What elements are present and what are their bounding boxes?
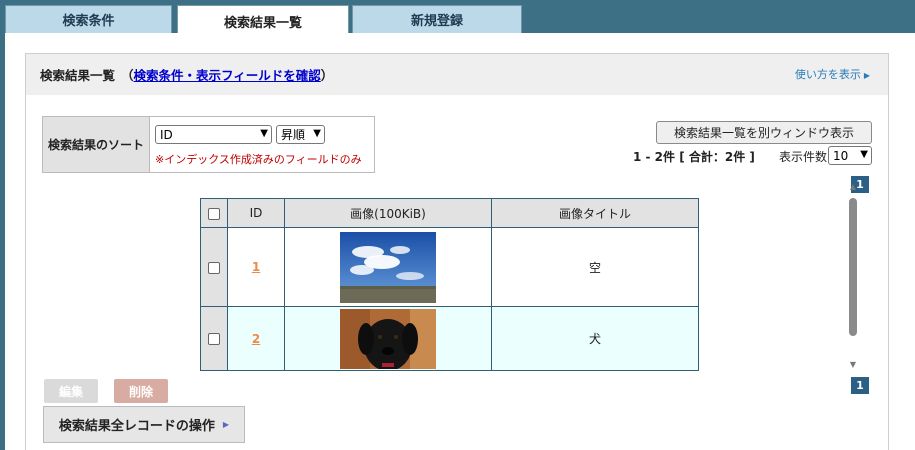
chevron-down-icon: ▼ [860,149,868,160]
triangle-right-icon: ▶ [863,71,870,80]
per-page-select[interactable]: 10 ▼ [828,146,872,165]
section-title: 検索結果一覧 [40,68,116,83]
tab-search-results[interactable]: 検索結果一覧 [177,5,349,36]
title-cell: 空 [491,227,699,307]
id-cell: 2 [227,306,285,371]
select-all-checkbox[interactable] [208,207,220,220]
chevron-down-icon: ▼ [313,128,321,139]
sort-order-select[interactable]: 昇順 ▼ [276,125,325,144]
image-cell [284,306,492,371]
howto-link[interactable]: 使い方を表示 ▶ [795,66,870,82]
sort-field-select[interactable]: ID ▼ [155,125,272,144]
content-panel: 検索結果一覧 （ 検索条件・表示フィールドを確認 ） 使い方を表示 ▶ 検索結果の… [5,33,915,450]
record-id-link[interactable]: 2 [252,332,260,346]
table-row: 1 空 [200,227,699,307]
result-count: 1 - 2件 [ 合計：2件 ] [633,150,755,164]
sky-photo-thumbnail[interactable] [340,231,436,303]
sort-note: ※インデックス作成済みのフィールドのみ [155,153,362,166]
sort-label: 検索結果のソート [43,117,150,172]
select-all-cell [200,198,228,228]
page-link-bottom[interactable]: 1 [851,377,869,394]
tab-search-conditions[interactable]: 検索条件 [5,5,172,33]
table-header-row: ID 画像(100KiB) 画像タイトル [200,198,699,228]
open-in-new-window-button[interactable]: 検索結果一覧を別ウィンドウ表示 [656,121,872,144]
dog-photo-thumbnail[interactable] [340,308,436,369]
paren-close: ） [320,68,334,83]
all-records-label: 検索結果全レコードの操作 [58,419,215,434]
row-checkbox[interactable] [208,333,220,345]
column-header-title[interactable]: 画像タイトル [491,198,699,228]
row-select-cell [200,227,228,307]
image-cell [284,227,492,307]
table-scrollbar[interactable]: ▲ ▼ [848,182,858,372]
sort-field-value: ID [160,127,173,142]
per-page-label: 表示件数 [779,150,828,164]
delete-button[interactable]: 削除 [114,379,168,403]
chevron-down-icon: ▼ [260,128,268,139]
results-section: 検索結果一覧 （ 検索条件・表示フィールドを確認 ） 使い方を表示 ▶ 検索結果の… [25,53,889,450]
tab-new-registration[interactable]: 新規登録 [352,5,522,33]
view-conditions-link[interactable]: 検索条件・表示フィールドを確認 [134,65,321,84]
sort-box: 検索結果のソート ID ▼ 昇順 ▼ ※インデックス作成済みのフィールドのみ [42,116,375,173]
column-header-id[interactable]: ID [227,198,285,228]
triangle-right-icon: ▶ [222,420,230,429]
sort-order-value: 昇順 [281,128,306,142]
per-page-value: 10 [833,148,849,163]
row-checkbox[interactable] [208,261,220,274]
paren-open: （ [121,68,134,83]
row-select-cell [200,306,228,371]
title-cell: 犬 [491,306,699,371]
column-header-image[interactable]: 画像(100KiB) [284,198,492,228]
scroll-thumb[interactable] [849,198,857,336]
results-table: ID 画像(100KiB) 画像タイトル 1 空 2 犬 [200,198,699,371]
table-row: 2 犬 [200,306,699,371]
sort-controls: ID ▼ 昇順 ▼ ※インデックス作成済みのフィールドのみ [150,117,374,172]
edit-button[interactable]: 編集 [44,379,98,403]
id-cell: 1 [227,227,285,307]
section-header: 検索結果一覧 （ 検索条件・表示フィールドを確認 ） 使い方を表示 ▶ [26,54,888,95]
scroll-up-icon[interactable]: ▲ [848,182,858,192]
howto-label: 使い方を表示 [794,68,861,81]
record-id-link[interactable]: 1 [252,260,260,274]
scroll-down-icon[interactable]: ▼ [848,360,858,370]
all-records-operation-button[interactable]: 検索結果全レコードの操作 ▶ [43,406,245,443]
